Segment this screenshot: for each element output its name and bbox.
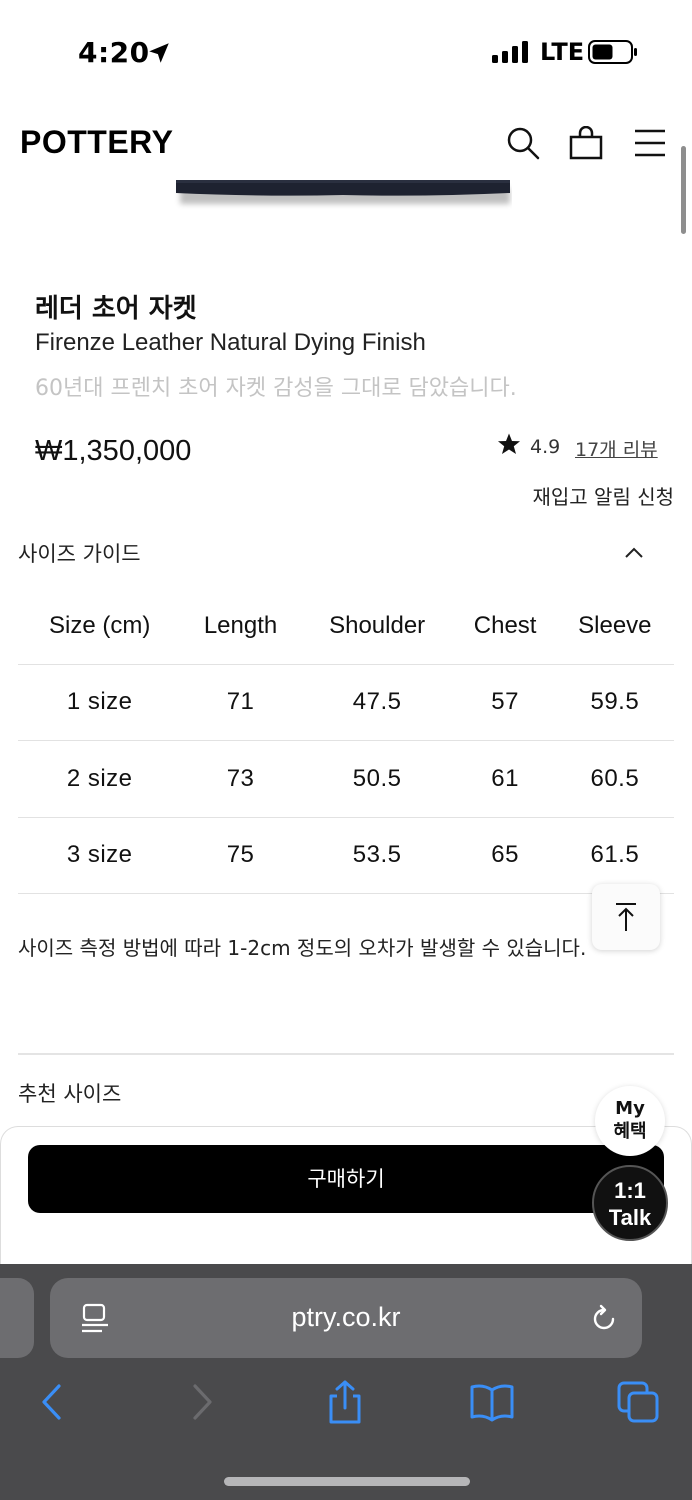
buy-button[interactable]: 구매하기 bbox=[28, 1145, 664, 1213]
previous-tab-preview[interactable] bbox=[0, 1278, 34, 1358]
status-time: 4:20 bbox=[78, 36, 150, 69]
network-type: LTE bbox=[540, 38, 585, 66]
hamburger-menu-icon[interactable] bbox=[633, 126, 667, 160]
battery-icon bbox=[588, 40, 637, 64]
product-subtitle: Firenze Leather Natural Dying Finish bbox=[35, 329, 426, 356]
brand-logo[interactable]: POTTERY bbox=[20, 124, 173, 161]
table-cell: 60.5 bbox=[555, 740, 674, 818]
table-cell: 3 size bbox=[18, 817, 182, 894]
cellular-signal-icon bbox=[492, 41, 528, 63]
my-benefit-label: My 혜택 bbox=[613, 1098, 647, 1142]
star-icon bbox=[498, 433, 520, 454]
table-row: 3 size 75 53.5 65 61.5 bbox=[18, 817, 674, 894]
column-header: Size (cm) bbox=[18, 588, 182, 665]
table-cell: 1 size bbox=[18, 664, 182, 741]
table-cell: 59.5 bbox=[555, 664, 674, 741]
url-text[interactable]: ptry.co.kr bbox=[50, 1302, 642, 1333]
forward-arrow-icon[interactable] bbox=[178, 1380, 224, 1424]
rating-value: 4.9 bbox=[530, 436, 561, 458]
table-row: 2 size 73 50.5 61 60.5 bbox=[18, 740, 674, 818]
product-title: 레더 초어 자켓 bbox=[35, 294, 197, 324]
table-cell: 53.5 bbox=[299, 817, 455, 894]
table-cell: 2 size bbox=[18, 740, 182, 818]
column-header: Shoulder bbox=[299, 588, 455, 665]
table-cell: 65 bbox=[454, 817, 556, 894]
chevron-up-icon[interactable] bbox=[622, 543, 646, 561]
column-header: Length bbox=[181, 588, 300, 665]
table-cell: 75 bbox=[181, 817, 300, 894]
my-benefit-button[interactable]: My 혜택 bbox=[595, 1086, 665, 1156]
recommended-size-title[interactable]: 추천 사이즈 bbox=[18, 1078, 121, 1108]
product-price: ₩1,350,000 bbox=[35, 435, 192, 467]
share-icon[interactable] bbox=[322, 1380, 368, 1424]
scroll-indicator[interactable] bbox=[681, 146, 686, 234]
reader-page-menu-icon[interactable] bbox=[80, 1303, 110, 1335]
scroll-to-top-button[interactable] bbox=[592, 884, 660, 950]
column-header: Sleeve bbox=[555, 588, 674, 665]
talk-chat-button[interactable]: 1:1 Talk bbox=[592, 1165, 668, 1241]
search-icon[interactable] bbox=[506, 126, 540, 160]
table-cell: 47.5 bbox=[299, 664, 455, 741]
table-cell: 50.5 bbox=[299, 740, 455, 818]
table-row: 1 size 71 47.5 57 59.5 bbox=[18, 664, 674, 741]
home-indicator[interactable] bbox=[224, 1477, 470, 1486]
bookmarks-book-icon[interactable] bbox=[469, 1380, 515, 1424]
shopping-bag-icon[interactable] bbox=[569, 126, 603, 160]
tabs-overview-icon[interactable] bbox=[616, 1380, 662, 1424]
review-count-link[interactable]: 17개 리뷰 bbox=[575, 435, 658, 462]
section-divider bbox=[18, 1053, 674, 1055]
reload-icon[interactable] bbox=[588, 1303, 620, 1335]
table-cell: 61.5 bbox=[555, 817, 674, 894]
size-table: Size (cm) Length Shoulder Chest Sleeve 1… bbox=[18, 588, 674, 894]
size-note: 사이즈 측정 방법에 따라 1-2cm 정도의 오차가 발생할 수 있습니다. bbox=[18, 936, 587, 960]
location-arrow-icon bbox=[149, 43, 169, 63]
restock-alert-link[interactable]: 재입고 알림 신청 bbox=[532, 481, 674, 510]
table-cell: 57 bbox=[454, 664, 556, 741]
product-image bbox=[176, 180, 510, 204]
back-arrow-icon[interactable] bbox=[30, 1380, 76, 1424]
column-header: Chest bbox=[454, 588, 556, 665]
talk-label: 1:1 Talk bbox=[608, 1178, 652, 1230]
table-cell: 73 bbox=[181, 740, 300, 818]
product-description: 60년대 프렌치 초어 자켓 감성을 그대로 담았습니다. bbox=[35, 376, 517, 401]
arrow-up-bar-icon bbox=[616, 903, 636, 931]
table-cell: 71 bbox=[181, 664, 300, 741]
size-guide-title[interactable]: 사이즈 가이드 bbox=[18, 538, 141, 568]
size-table-header: Size (cm) Length Shoulder Chest Sleeve bbox=[18, 588, 674, 665]
table-cell: 61 bbox=[454, 740, 556, 818]
